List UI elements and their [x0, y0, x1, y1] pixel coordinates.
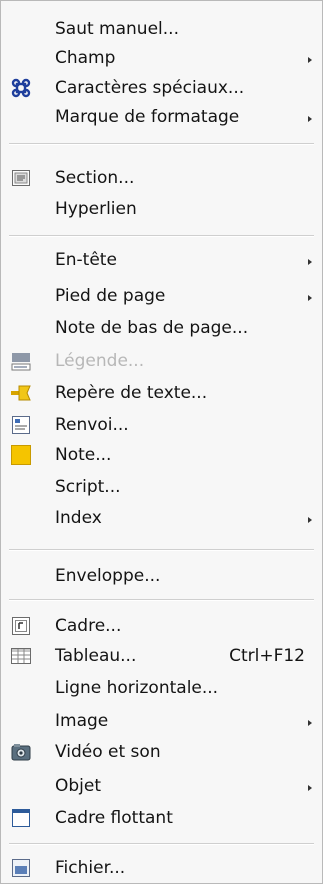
menu-item-champ[interactable]: Champ	[2, 43, 321, 73]
file-icon	[10, 857, 32, 879]
menu-item-label: Image	[55, 711, 109, 731]
frame-icon	[10, 615, 32, 637]
caption-icon	[10, 350, 32, 372]
menu-separator	[9, 843, 314, 845]
menu-item-cadre[interactable]: Cadre...	[2, 611, 321, 641]
menu-item-label: Champ	[55, 48, 116, 68]
menu-item-label: Script...	[55, 477, 121, 497]
menu-item-label: Ligne horizontale...	[55, 678, 219, 698]
menu-item-en-tete[interactable]: En-tête	[2, 245, 321, 275]
command-icon	[10, 77, 32, 99]
menu-separator	[9, 599, 314, 601]
menu-item-label: Tableau...	[55, 646, 137, 666]
menu-item-label: Cadre flottant	[55, 808, 173, 828]
menu-item-label: Cadre...	[55, 616, 122, 636]
menu-item-label: Objet	[55, 776, 102, 796]
menu-item-label: Saut manuel...	[55, 19, 179, 39]
menu-item-repere-de-texte[interactable]: Repère de texte...	[2, 378, 321, 408]
menu-item-label: Pied de page	[55, 286, 166, 306]
menu-item-tableau[interactable]: Tableau... Ctrl+F12	[2, 641, 321, 671]
menu-item-hyperlien[interactable]: Hyperlien	[2, 194, 321, 224]
submenu-arrow-icon	[308, 295, 312, 301]
menu-item-label: Hyperlien	[55, 199, 137, 219]
submenu-arrow-icon	[308, 517, 312, 523]
menu-separator	[9, 143, 314, 145]
menu-item-index[interactable]: Index	[2, 503, 321, 533]
menu-item-label: Vidéo et son	[55, 742, 161, 762]
menu-item-label: Renvoi...	[55, 415, 129, 435]
menu-item-label: Fichier...	[55, 858, 126, 878]
submenu-arrow-icon	[308, 259, 312, 265]
menu-item-marque-de-formatage[interactable]: Marque de formatage	[2, 102, 321, 132]
menu-item-image[interactable]: Image	[2, 706, 321, 736]
menu-item-cadre-flottant[interactable]: Cadre flottant	[2, 803, 321, 833]
menu-item-label: En-tête	[55, 250, 117, 270]
menu-item-label: Index	[55, 508, 102, 528]
menu-item-saut-manuel[interactable]: Saut manuel...	[2, 14, 321, 44]
menu-item-note[interactable]: Note...	[2, 440, 321, 470]
cross-reference-icon	[10, 414, 32, 436]
note-icon	[10, 444, 32, 466]
menu-item-legende[interactable]: Légende...	[2, 346, 321, 376]
table-icon	[10, 645, 32, 667]
menu-item-renvoi[interactable]: Renvoi...	[2, 410, 321, 440]
menu-item-script[interactable]: Script...	[2, 472, 321, 502]
submenu-arrow-icon	[308, 720, 312, 726]
menu-item-ligne-horizontale[interactable]: Ligne horizontale...	[2, 673, 321, 703]
submenu-arrow-icon	[308, 116, 312, 122]
floating-frame-icon	[10, 807, 32, 829]
menu-item-label: Section...	[55, 168, 135, 188]
menu-item-enveloppe[interactable]: Enveloppe...	[2, 561, 321, 591]
menu-item-label: Marque de formatage	[55, 107, 240, 127]
menu-item-label: Enveloppe...	[55, 566, 161, 586]
submenu-arrow-icon	[308, 57, 312, 63]
menu-item-pied-de-page[interactable]: Pied de page	[2, 281, 321, 311]
menu-item-note-de-bas-de-page[interactable]: Note de bas de page...	[2, 313, 321, 343]
menu-item-video-et-son[interactable]: Vidéo et son	[2, 737, 321, 767]
menu-item-label: Note...	[55, 445, 112, 465]
section-icon	[10, 167, 32, 189]
menu-item-label: Note de bas de page...	[55, 318, 249, 338]
menu-item-caracteres-speciaux[interactable]: Caractères spéciaux...	[2, 73, 321, 103]
menu-item-fichier[interactable]: Fichier...	[2, 853, 321, 883]
menu-item-label: Légende...	[55, 351, 145, 371]
submenu-arrow-icon	[308, 785, 312, 791]
menu-item-objet[interactable]: Objet	[2, 771, 321, 801]
video-sound-icon	[10, 741, 32, 763]
shortcut-label: Ctrl+F12	[229, 646, 305, 666]
bookmark-icon	[10, 382, 32, 404]
menu-item-section[interactable]: Section...	[2, 163, 321, 193]
insert-menu: Saut manuel... Champ Caractères spéciaux…	[0, 0, 323, 884]
menu-separator	[9, 235, 314, 237]
menu-item-label: Caractères spéciaux...	[55, 78, 245, 98]
menu-item-label: Repère de texte...	[55, 383, 208, 403]
menu-separator	[9, 549, 314, 551]
